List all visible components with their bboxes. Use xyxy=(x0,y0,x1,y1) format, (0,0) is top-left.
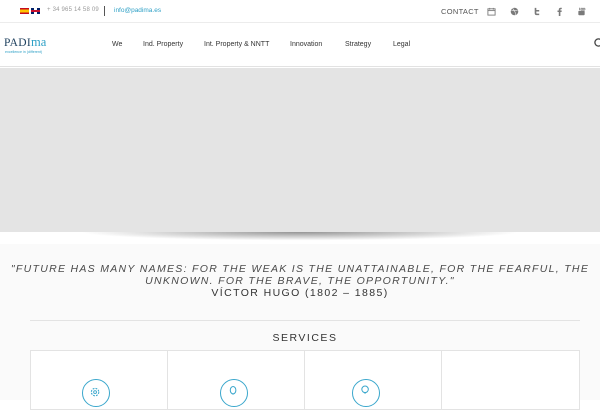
spanish-flag-icon[interactable] xyxy=(20,8,29,14)
padima-logo[interactable]: PADIma excellence in (different) xyxy=(4,33,47,54)
phone-number: + 34 965 14 58 09 xyxy=(47,7,99,13)
service-card[interactable] xyxy=(304,350,442,410)
search-icon[interactable] xyxy=(593,37,600,51)
service-card[interactable] xyxy=(441,350,580,410)
menu-item-strategy[interactable]: Strategy xyxy=(345,41,371,48)
youtube-icon[interactable] xyxy=(575,5,587,17)
english-flag-icon[interactable] xyxy=(31,8,40,14)
service-card[interactable] xyxy=(167,350,305,410)
email-link[interactable]: info@padima.es xyxy=(114,7,161,14)
main-navigation: PADIma excellence in (different) We Ind.… xyxy=(0,23,600,67)
bulb-icon xyxy=(220,379,248,407)
menu-item-we[interactable]: We xyxy=(112,41,122,48)
quote-text: "FUTURE HAS MANY NAMES: FOR THE WEAK IS … xyxy=(10,263,590,287)
twitter-icon[interactable] xyxy=(530,5,542,17)
menu-item-legal[interactable]: Legal xyxy=(393,41,410,48)
contact-link[interactable]: CONTACT xyxy=(441,7,479,16)
hero-shadow xyxy=(0,232,600,244)
service-card[interactable] xyxy=(30,350,168,410)
dribbble-icon[interactable] xyxy=(508,5,520,17)
gear-icon xyxy=(82,379,110,407)
menu-item-ind-property[interactable]: Ind. Property xyxy=(143,41,183,48)
facebook-icon[interactable] xyxy=(553,5,565,17)
menu-item-innovation[interactable]: Innovation xyxy=(290,41,322,48)
hero-banner xyxy=(0,68,600,232)
quote-author: VÍCTOR HUGO (1802 – 1885) xyxy=(211,287,389,299)
menu-item-int-property-nntt[interactable]: Int. Property & NNTT xyxy=(204,41,269,48)
bulb-icon xyxy=(352,379,380,407)
section-divider xyxy=(30,320,580,321)
services-title: SERVICES xyxy=(272,332,338,344)
logo-text-suffix: ma xyxy=(30,35,47,49)
divider xyxy=(104,6,105,16)
top-bar: + 34 965 14 58 09 info@padima.es CONTACT xyxy=(0,0,600,23)
logo-tagline: excellence in (different) xyxy=(5,50,43,54)
logo-text-prefix: PADI xyxy=(4,37,31,49)
calendar-icon[interactable] xyxy=(485,5,497,17)
